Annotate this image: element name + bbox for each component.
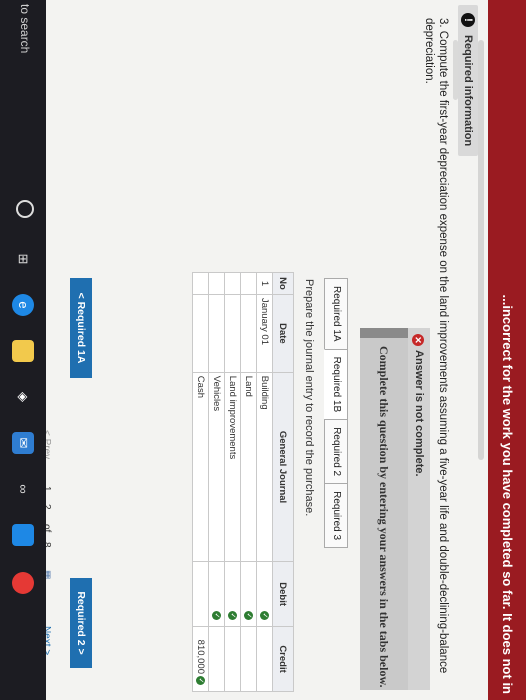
tab-required-1b[interactable]: Required 1B [324,348,348,421]
error-x-icon: ✕ [412,334,424,346]
debit-cell[interactable]: ✓ [224,561,241,627]
account-cell[interactable]: Land improvements [224,372,241,562]
debit-cell[interactable]: ✓ [256,561,273,627]
blurred-text-line [478,40,484,460]
account-cell[interactable]: Vehicles [208,372,225,562]
table-row: 1 January 01 Building ✓ [256,272,273,692]
credit-cell[interactable] [224,626,241,692]
instruction-text: Complete this question by entering your … [377,346,391,688]
date-cell[interactable]: January 01 [256,294,273,373]
mail-icon[interactable]: ✉ [12,432,34,454]
file-explorer-icon[interactable] [12,340,34,362]
column-header-debit: Debit [272,561,294,627]
column-header-date: Date [272,294,294,373]
taskbar-search[interactable]: to search [18,4,32,53]
check-icon: ✓ [212,611,222,621]
required-information-label: Required information [462,35,474,147]
task-prompt: Prepare the journal entry to record the … [303,279,315,517]
date-cell[interactable] [192,294,209,373]
store-icon[interactable]: ◈ [12,386,34,408]
windows-taskbar: to search ⊞ e ◈ ✉ ∞ [0,0,46,700]
answer-status: ✕ Answer is not complete. [408,328,430,690]
table-row: Vehicles ✓ [208,272,225,692]
prev-required-button[interactable]: < Required 1A [70,278,92,378]
tab-required-1a[interactable]: Required 1A [324,278,348,350]
account-cell[interactable]: Building [256,372,273,562]
general-journal-table: No Date General Journal Debit Credit 1 J… [192,272,294,692]
credit-cell[interactable]: 810,000✓ [192,626,209,692]
debit-cell[interactable]: ✓ [208,561,225,627]
browser-content: ...incorrect for the work you have compl… [0,0,526,700]
column-header-credit: Credit [272,626,294,692]
app-icon[interactable] [12,524,34,546]
infinity-app-icon[interactable]: ∞ [12,478,34,500]
credit-cell[interactable] [208,626,225,692]
tab-bar: Required 1A Required 1B Required 2 Requi… [324,278,348,549]
date-cell[interactable] [224,294,241,373]
table-row: Land improvements ✓ [224,272,241,692]
tab-required-2[interactable]: Required 2 [324,419,348,485]
cortana-icon[interactable] [16,200,34,218]
entry-number: 1 [256,272,273,295]
debit-cell[interactable] [192,561,209,627]
check-icon: ✓ [196,676,206,685]
credit-cell[interactable] [256,626,273,692]
required-information-header[interactable]: ! Required information [458,5,478,157]
date-cell[interactable] [208,294,225,373]
table-row: Cash 810,000✓ [192,272,209,692]
account-cell[interactable]: Land [240,372,257,562]
status-text: Answer is not complete. [413,350,425,477]
chrome-icon[interactable] [12,572,34,594]
check-icon: ✓ [244,611,254,621]
column-header-general-journal: General Journal [272,372,294,562]
column-header-no: No [272,272,294,295]
table-row: Land ✓ [240,272,257,692]
check-icon: ✓ [260,611,270,621]
check-icon: ✓ [228,611,238,621]
edge-browser-icon[interactable]: e [12,294,34,316]
info-icon: ! [461,13,475,27]
next-required-button[interactable]: Required 2 > [70,578,92,668]
debit-cell[interactable]: ✓ [240,561,257,627]
date-cell[interactable] [240,294,257,373]
entry-number [224,272,241,295]
entry-number [208,272,225,295]
entry-number [192,272,209,295]
account-cell[interactable]: Cash [192,372,209,562]
instruction-accent-bar [360,328,408,338]
entry-number [240,272,257,295]
warning-banner: ...incorrect for the work you have compl… [488,0,526,700]
screen-photo: ...incorrect for the work you have compl… [0,0,526,700]
tab-required-3[interactable]: Required 3 [324,483,348,549]
task-view-icon[interactable]: ⊞ [12,248,34,270]
credit-cell[interactable] [240,626,257,692]
